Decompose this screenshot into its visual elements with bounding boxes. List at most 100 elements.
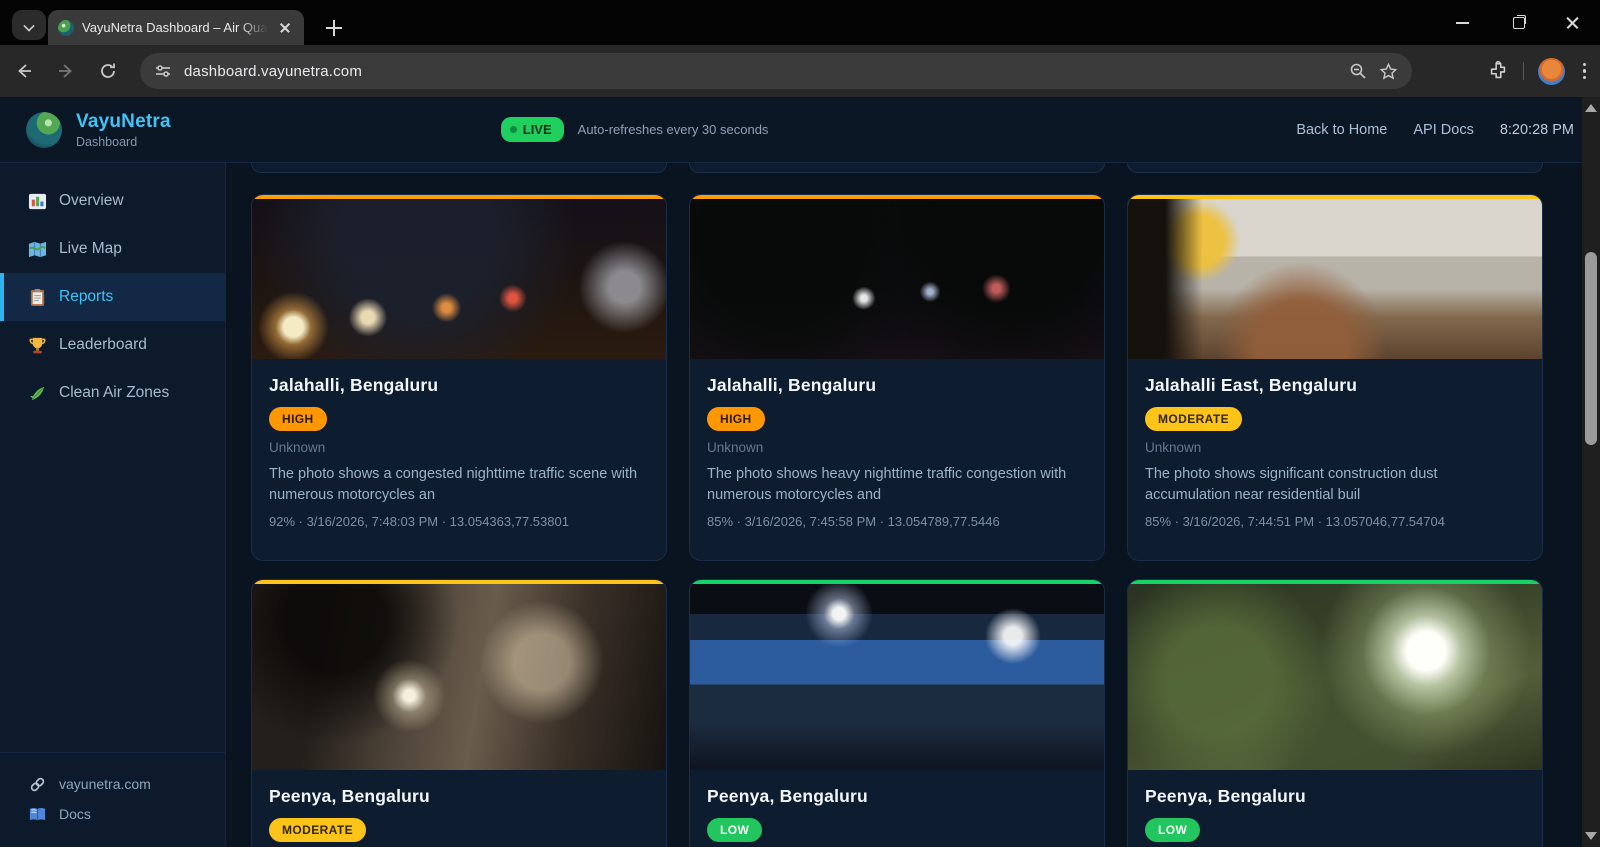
severity-badge: LOW [707,818,763,842]
profile-avatar[interactable] [1537,57,1565,85]
sidebar-link-docs[interactable]: Docs [0,799,225,829]
report-source: Unknown [1145,440,1202,455]
tab-search-button[interactable] [12,10,46,40]
sidebar-item-overview[interactable]: Overview [0,177,225,225]
sidebar-footer-label: Docs [59,806,91,822]
book-icon [29,807,46,820]
url-text[interactable]: dashboard.vayunetra.com [184,63,1337,80]
severity-badge: MODERATE [269,818,366,842]
report-source: Unknown [707,440,764,455]
live-dot-icon [509,126,517,133]
sidebar: Overview Live Map Reports Leaderboard Cl… [0,163,226,847]
severity-badge: HIGH [707,407,765,431]
report-card[interactable]: Jalahalli, Bengaluru HIGH Unknown The ph… [251,194,667,561]
sidebar-item-label: Live Map [59,240,122,257]
forward-button[interactable] [48,53,84,89]
report-title: Jalahalli, Bengaluru [707,375,877,395]
report-description: The photo shows heavy nighttime traffic … [707,466,1067,503]
report-card[interactable]: Jalahalli, Bengaluru HIGH Unknown The ph… [689,194,1105,561]
report-meta: 85% · 3/16/2026, 7:45:58 PM · 13.054789,… [707,514,1000,529]
browser-tab[interactable]: VayuNetra Dashboard – Air Quality [48,10,304,45]
browser-menu-icon[interactable] [1579,59,1591,84]
report-title: Peenya, Bengaluru [707,786,868,806]
scroll-up-icon[interactable] [1585,104,1597,112]
report-card[interactable]: Jalahalli East, Bengaluru MODERATE Unkno… [1127,194,1543,561]
app-header: VayuNetra Dashboard LIVE Auto-refreshes … [0,97,1600,163]
api-docs-link[interactable]: API Docs [1413,122,1473,138]
sidebar-item-label: Overview [59,192,124,209]
window-minimize-button[interactable] [1435,0,1490,45]
sidebar-link-website[interactable]: vayunetra.com [0,769,225,799]
report-photo-construction [1128,199,1542,359]
report-title: Jalahalli East, Bengaluru [1145,375,1358,395]
browser-titlebar: VayuNetra Dashboard – Air Quality [0,0,1600,45]
report-photo-blue-shed [690,584,1104,770]
report-card[interactable]: Peenya, Bengaluru LOW [689,579,1105,847]
trophy-icon [29,337,46,353]
vayunetra-logo-icon [26,111,62,148]
page-viewport: VayuNetra Dashboard LIVE Auto-refreshes … [0,97,1600,847]
page-scrollbar[interactable] [1582,97,1600,847]
bookmark-star-icon[interactable] [1379,62,1398,81]
site-settings-icon[interactable] [154,62,172,80]
new-tab-button[interactable] [320,14,348,42]
severity-badge: LOW [1145,818,1201,842]
sidebar-footer-label: vayunetra.com [59,776,151,792]
severity-badge: HIGH [269,407,327,431]
herb-icon [30,386,45,400]
cards-row-bottom: Peenya, Bengaluru MODERATE Peenya, Benga… [251,579,1543,847]
report-card-partial[interactable] [251,163,667,173]
reports-grid: Jalahalli, Bengaluru HIGH Unknown The ph… [226,163,1600,847]
browser-toolbar: dashboard.vayunetra.com [0,45,1600,97]
report-photo-night-buildings [252,584,666,770]
report-photo-dark-street [690,199,1104,359]
zoom-out-icon[interactable] [1349,62,1367,80]
back-button[interactable] [6,53,42,89]
sidebar-item-label: Reports [59,288,114,305]
address-bar[interactable]: dashboard.vayunetra.com [140,53,1412,89]
bar-chart-icon [28,193,47,209]
tab-close-icon[interactable] [276,19,294,37]
chevron-down-icon [23,19,35,31]
clock-text: 8:20:28 PM [1499,121,1574,138]
map-icon [28,241,47,257]
report-card[interactable]: Peenya, Bengaluru LOW [1127,579,1543,847]
extensions-icon[interactable] [1487,60,1509,82]
report-source: Unknown [269,440,326,455]
brand-subtitle: Dashboard [76,134,138,149]
sidebar-item-live-map[interactable]: Live Map [0,225,225,273]
window-restore-button[interactable] [1490,0,1545,45]
clipboard-icon [30,288,45,306]
sidebar-item-label: Leaderboard [59,336,147,353]
cards-row-top: Jalahalli, Bengaluru HIGH Unknown The ph… [251,194,1543,561]
severity-badge: MODERATE [1145,407,1242,431]
vayunetra-favicon-icon [58,19,74,36]
report-description: The photo shows significant construction… [1145,466,1438,503]
report-card-partial[interactable] [1127,163,1543,173]
report-photo-trees-light [1128,584,1542,770]
report-title: Jalahalli, Bengaluru [269,375,439,395]
reload-button[interactable] [90,53,126,89]
live-badge: LIVE [500,117,564,142]
report-meta: 85% · 3/16/2026, 7:44:51 PM · 13.057046,… [1145,514,1445,529]
report-card-partial[interactable] [689,163,1105,173]
back-to-home-link[interactable]: Back to Home [1296,122,1387,138]
sidebar-item-leaderboard[interactable]: Leaderboard [0,321,225,369]
report-description: The photo shows a congested nighttime tr… [269,466,638,503]
report-title: Peenya, Bengaluru [269,786,430,806]
partial-cards-row [251,163,1543,173]
report-meta: 92% · 3/16/2026, 7:48:03 PM · 13.054363,… [269,514,569,529]
report-title: Peenya, Bengaluru [1145,786,1306,806]
brand-name: VayuNetra [76,110,171,132]
refresh-note: Auto-refreshes every 30 seconds [577,122,769,137]
scroll-down-icon[interactable] [1585,832,1597,840]
sidebar-footer: vayunetra.com Docs [0,752,225,847]
toolbar-divider [1522,62,1524,80]
sidebar-item-reports[interactable]: Reports [0,273,225,321]
scrollbar-thumb[interactable] [1585,252,1597,445]
sidebar-item-label: Clean Air Zones [59,384,170,401]
link-icon [30,777,45,791]
sidebar-item-clean-air-zones[interactable]: Clean Air Zones [0,369,225,417]
window-close-button[interactable] [1545,0,1600,45]
report-card[interactable]: Peenya, Bengaluru MODERATE [251,579,667,847]
